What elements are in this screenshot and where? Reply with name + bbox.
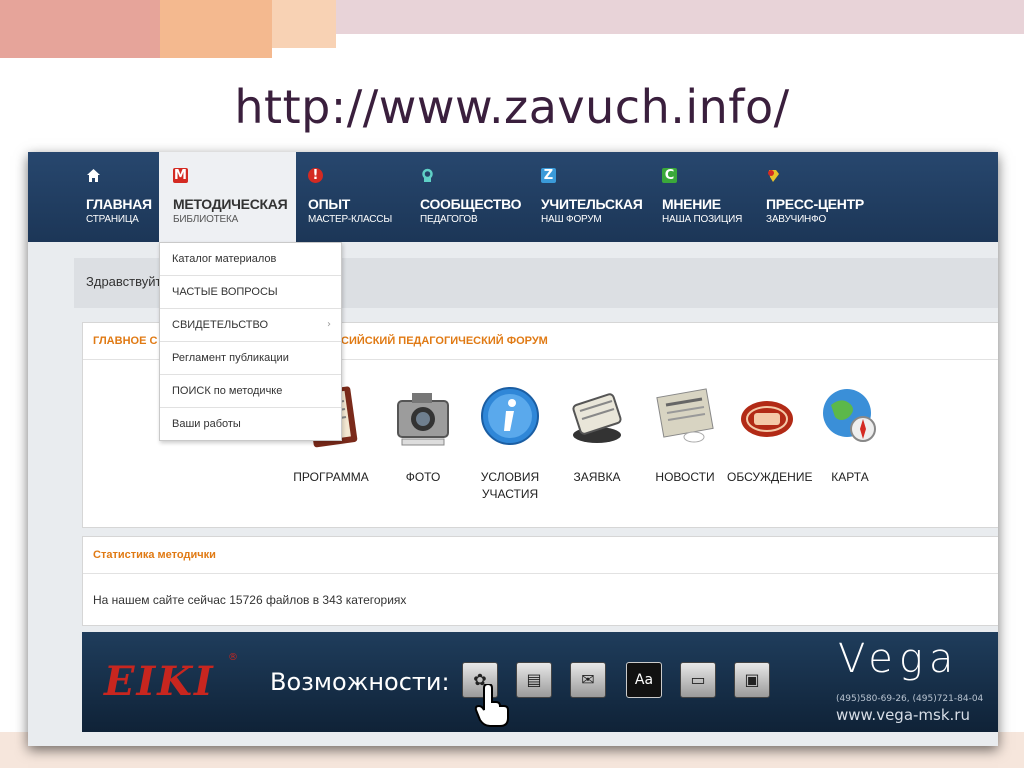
website-screenshot: ГЛАВНАЯ СТРАНИЦА M МЕТОДИЧЕСКАЯ БИБЛИОТЕ… [28,152,998,746]
nav-title: МЕТОДИЧЕСКАЯ [173,196,288,212]
menu-item-label: Каталог материалов [172,253,277,265]
banner-button-font[interactable]: Aa [626,662,662,698]
nav-subtitle: ПЕДАГОГОВ [420,214,478,225]
library-m-icon: M [173,168,188,183]
menu-item-certificate[interactable]: СВИДЕТЕЛЬСТВО › [160,309,341,342]
stats-panel: Статистика методички На нашем сайте сейч… [82,536,998,626]
feature-map[interactable]: КАРТА [810,383,890,486]
panel-header-right: СИЙСКИЙ ПЕДАГОГИЧЕСКИЙ ФОРУМ [341,335,548,347]
banner-caption: Возможности: [270,668,450,696]
registered-mark: ® [228,652,238,663]
feature-label: ОБСУЖДЕНИЕ [727,470,813,484]
nav-item-forum[interactable]: Z УЧИТЕЛЬСКАЯ НАШ ФОРУМ [531,152,643,242]
vega-site: www.vega-msk.ru [836,706,970,724]
nav-item-opinion[interactable]: C МНЕНИЕ НАША ПОЗИЦИЯ [652,152,752,242]
discussion-sign-icon [736,383,798,449]
opinion-c-icon: C [662,168,677,183]
nav-subtitle: БИБЛИОТЕКА [173,214,239,225]
save-icon: ▤ [526,670,542,689]
nav-title: СООБЩЕСТВО [420,196,522,212]
info-icon [479,383,541,449]
camera-icon [392,383,454,449]
feature-news[interactable]: НОВОСТИ [645,383,725,486]
rolodex-icon [566,383,628,449]
menu-item-label: Ваши работы [172,418,241,430]
menu-item-your-works[interactable]: Ваши работы [160,408,341,440]
feature-label: ФОТО [405,470,441,484]
nav-subtitle: НАША ПОЗИЦИЯ [662,214,743,225]
menu-item-search[interactable]: ПОИСК по методичке [160,375,341,408]
feature-application[interactable]: ЗАЯВКА [557,383,637,486]
feature-label: УСЛОВИЯ УЧАСТИЯ [480,470,540,501]
banner-button-save[interactable]: ▤ [516,662,552,698]
greeting-text: Здравствуйт [86,274,162,289]
vega-logo: Vega [838,636,960,682]
newspaper-icon [654,383,716,449]
menu-item-regulations[interactable]: Регламент публикации [160,342,341,375]
chevron-right-icon: › [327,319,331,330]
nav-item-press[interactable]: ПРЕСС-ЦЕНТР ЗАВУЧИНФО [756,152,866,242]
globe-compass-icon [819,383,881,449]
banner-button-envelope[interactable]: ✉ [570,662,606,698]
slide-deco-block [160,0,272,58]
community-icon [420,168,435,183]
hand-cursor-icon [474,684,509,727]
menu-item-faq[interactable]: ЧАСТЫЕ ВОПРОСЫ [160,276,341,309]
nav-subtitle: НАШ ФОРУМ [541,214,602,225]
slide-title: http://www.zavuch.info/ [234,80,790,134]
nav-item-experience[interactable]: ! ОПЫТ МАСТЕР-КЛАССЫ [298,152,408,242]
stats-text: На нашем сайте сейчас 15726 файлов в 343… [93,593,407,607]
stats-header: Статистика методички [83,537,998,574]
ad-banner[interactable]: EIKI ® Возможности: ✿ ▤ ✉ Aa ▭ ▣ Vega (4… [82,632,998,732]
feature-label: ЗАЯВКА [573,470,621,484]
font-icon: Aa [634,672,654,688]
vega-phones: (495)580-69-26, (495)721-84-04 [836,694,984,704]
window-icon: ▭ [690,670,706,689]
nav-item-home[interactable]: ГЛАВНАЯ СТРАНИЦА [78,152,168,242]
nav-title: ОПЫТ [308,196,351,212]
menu-item-label: Регламент публикации [172,352,289,364]
banner-button-window[interactable]: ▭ [680,662,716,698]
nav-subtitle: СТРАНИЦА [86,214,139,225]
nav-item-library[interactable]: M МЕТОДИЧЕСКАЯ БИБЛИОТЕКА [159,152,296,242]
nav-title: МНЕНИЕ [662,196,721,212]
nav-subtitle: ЗАВУЧИНФО [766,214,827,225]
feature-photo[interactable]: ФОТО [383,383,463,486]
feature-conditions[interactable]: УСЛОВИЯ УЧАСТИЯ [470,383,550,503]
image-icon: ▣ [744,670,760,689]
library-dropdown-menu: Каталог материалов ЧАСТЫЕ ВОПРОСЫ СВИДЕТ… [159,242,342,441]
home-icon [86,168,101,183]
nav-title: ПРЕСС-ЦЕНТР [766,196,864,212]
feature-label: НОВОСТИ [655,470,715,484]
nav-item-community[interactable]: СООБЩЕСТВО ПЕДАГОГОВ [410,152,522,242]
panel-header-left: ГЛАВНОЕ С [93,335,158,347]
feature-discussion[interactable]: ОБСУЖДЕНИЕ [727,383,813,486]
envelope-icon: ✉ [581,670,595,689]
banner-button-image[interactable]: ▣ [734,662,770,698]
top-navigation: ГЛАВНАЯ СТРАНИЦА M МЕТОДИЧЕСКАЯ БИБЛИОТЕ… [28,152,998,242]
slide-deco-block [0,0,160,58]
alert-icon: ! [308,168,323,183]
menu-item-label: ЧАСТЫЕ ВОПРОСЫ [172,286,278,298]
feature-label: ПРОГРАММА [293,470,369,484]
menu-item-catalog[interactable]: Каталог материалов [160,243,341,276]
nav-title: УЧИТЕЛЬСКАЯ [541,196,643,212]
forum-z-icon: Z [541,168,556,183]
press-icon [766,168,781,183]
stats-title: Статистика методички [93,549,216,561]
eiki-logo: EIKI [104,658,215,705]
nav-title: ГЛАВНАЯ [86,196,152,212]
slide-deco-block [272,0,336,48]
feature-label: КАРТА [831,470,869,484]
nav-subtitle: МАСТЕР-КЛАССЫ [308,214,392,225]
menu-item-label: СВИДЕТЕЛЬСТВО [172,319,269,331]
menu-item-label: ПОИСК по методичке [172,385,283,397]
